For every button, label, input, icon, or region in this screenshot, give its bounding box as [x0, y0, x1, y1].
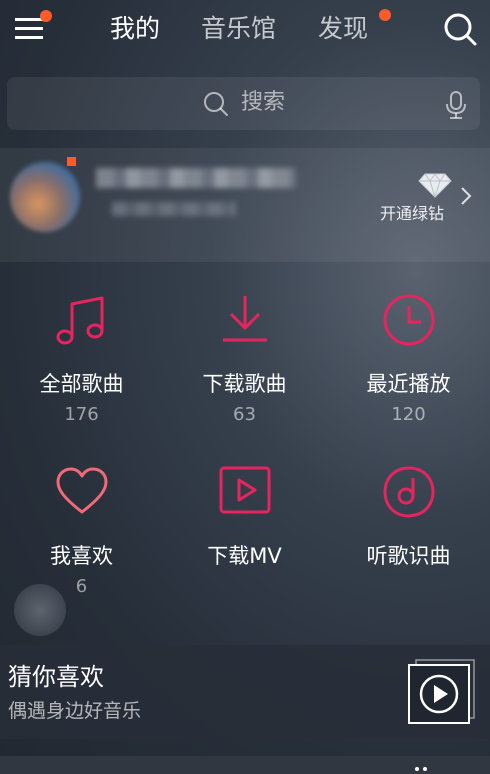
- user-name: [96, 168, 296, 188]
- downloaded-songs-button[interactable]: 下载歌曲 63: [163, 262, 326, 434]
- top-search-button[interactable]: [442, 11, 478, 47]
- diamond-icon: [418, 173, 452, 198]
- search-icon: [204, 92, 228, 116]
- top-bar: 我的 音乐馆 发现: [0, 0, 490, 62]
- play-icon[interactable]: [408, 659, 480, 725]
- search-placeholder: 搜索: [241, 90, 286, 115]
- music-note-icon: [56, 296, 103, 345]
- avatar-notification-dot: [67, 157, 76, 166]
- microphone-icon[interactable]: [445, 91, 467, 119]
- tab-music-hall[interactable]: 音乐馆: [201, 12, 276, 46]
- user-level: [112, 202, 236, 216]
- heart-icon: [56, 467, 107, 514]
- recently-played-label: 最近播放: [366, 372, 451, 396]
- download-icon: [222, 296, 267, 342]
- search-icon: [444, 13, 477, 46]
- recognize-song-icon: [383, 466, 434, 518]
- more-dots-icon: [415, 767, 427, 771]
- guess-subtitle: 偶遇身边好音乐: [8, 700, 142, 722]
- video-play-icon: [219, 466, 270, 514]
- open-vip-label: 开通绿钻: [380, 204, 445, 223]
- guess-you-like-card[interactable]: 猜你喜欢 偶遇身边好音乐: [0, 645, 490, 739]
- my-favorites-label: 我喜欢: [50, 544, 113, 568]
- search-bar[interactable]: 搜索: [7, 77, 480, 130]
- feature-grid: 全部歌曲 176 下载歌曲 63 最近播放 120 我喜欢 6 下载MV 听歌识…: [0, 262, 490, 627]
- floating-assist-button[interactable]: [14, 584, 66, 636]
- recently-played-button[interactable]: 最近播放 120: [327, 262, 490, 434]
- recently-played-count: 120: [391, 404, 426, 425]
- all-songs-count: 176: [64, 404, 99, 425]
- downloaded-songs-label: 下载歌曲: [202, 372, 287, 396]
- tab-discover[interactable]: 发现: [318, 12, 368, 46]
- guess-title: 猜你喜欢: [8, 663, 104, 691]
- avatar[interactable]: [10, 162, 80, 232]
- open-vip-button[interactable]: 开通绿钻: [380, 170, 480, 230]
- bottom-strip: [0, 756, 490, 774]
- clock-icon: [383, 294, 434, 346]
- downloaded-songs-count: 63: [233, 404, 256, 425]
- menu-notification-dot: [40, 10, 52, 22]
- tab-mine[interactable]: 我的: [110, 12, 160, 46]
- discover-notification-dot: [379, 9, 391, 21]
- my-favorites-button[interactable]: 我喜欢 6: [0, 434, 163, 606]
- recognize-song-label: 听歌识曲: [366, 544, 451, 568]
- downloaded-mv-button[interactable]: 下载MV: [163, 434, 326, 606]
- recognize-song-button[interactable]: 听歌识曲: [327, 434, 490, 606]
- all-songs-button[interactable]: 全部歌曲 176: [0, 262, 163, 434]
- chevron-right-icon: [461, 187, 472, 205]
- downloaded-mv-label: 下载MV: [207, 544, 282, 568]
- all-songs-label: 全部歌曲: [39, 372, 124, 396]
